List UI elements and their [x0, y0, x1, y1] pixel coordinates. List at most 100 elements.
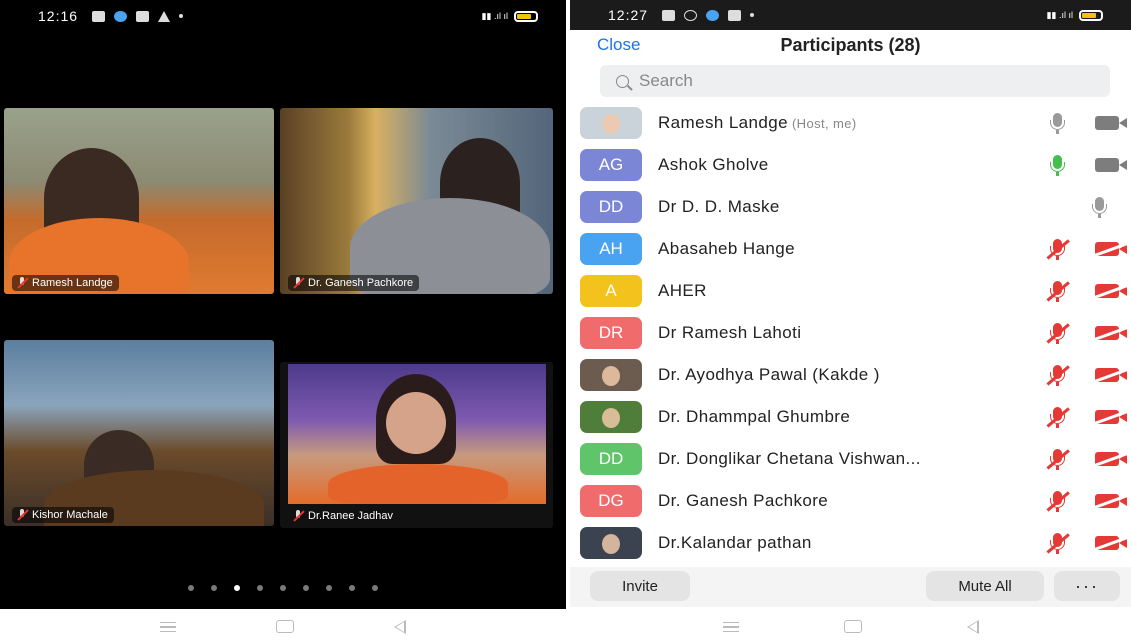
camera-off-icon[interactable]	[1093, 325, 1129, 341]
camera-off-icon[interactable]	[1093, 535, 1129, 551]
page-dot[interactable]	[303, 585, 309, 591]
avatar-face	[602, 534, 620, 554]
participant-row[interactable]: DD Dr. Donglikar Chetana Vishwan...	[570, 438, 1131, 480]
participant-name-text: Dr. Dhammpal Ghumbre	[658, 407, 851, 426]
mic-muted-icon[interactable]	[1046, 532, 1070, 554]
message-icon	[92, 10, 106, 22]
participant-name: Dr D. D. Maske	[658, 197, 780, 217]
participant-name-text: Dr. Ganesh Pachkore	[658, 491, 829, 510]
participant-row[interactable]: DR Dr Ramesh Lahoti	[570, 312, 1131, 354]
status-time: 12:27	[608, 7, 649, 23]
gallery-view-screen: 12:16 ▮▮ .ıl ıl Ramesh Landge Dr. Ganesh…	[0, 0, 566, 644]
camera-icon[interactable]	[1095, 116, 1129, 130]
avatar-photo	[580, 359, 642, 391]
participant-name-text: Dr D. D. Maske	[658, 197, 780, 216]
participant-name: AHER	[658, 281, 707, 301]
avatar-initials: DR	[580, 317, 642, 349]
participant-name-text: Dr. Donglikar Chetana Vishwan...	[658, 449, 921, 468]
page-dot-active[interactable]	[234, 585, 240, 591]
page-indicator	[0, 585, 566, 591]
participant-row[interactable]: Ramesh Landge (Host, me)	[570, 102, 1131, 144]
participants-screen: 12:27 ▮▮ .ıl ıl Close Participants (28) …	[570, 0, 1131, 644]
page-dot[interactable]	[188, 585, 194, 591]
tile-name-label: Kishor Machale	[12, 507, 114, 523]
profile-photo	[288, 364, 546, 504]
system-icons: ▮▮ .ıl ıl	[481, 10, 538, 22]
signal-icon: ▮▮ .ıl ıl	[481, 10, 508, 21]
camera-off-icon[interactable]	[1093, 241, 1129, 257]
participant-row[interactable]: AG Ashok Gholve	[570, 144, 1131, 186]
mic-off-icon	[16, 277, 28, 289]
mute-all-button[interactable]: Mute All	[926, 571, 1044, 601]
page-dot[interactable]	[257, 585, 263, 591]
participant-name-text: Dr Ramesh Lahoti	[658, 323, 802, 342]
home-icon[interactable]	[843, 620, 862, 633]
page-dot[interactable]	[372, 585, 378, 591]
signal-icon: ▮▮ .ıl ıl	[1046, 9, 1073, 20]
participant-name: Dr. Ayodhya Pawal (Kakde )	[658, 365, 880, 385]
back-icon[interactable]	[394, 619, 406, 634]
participant-row[interactable]: AH Abasaheb Hange	[570, 228, 1131, 270]
mic-icon[interactable]	[1089, 196, 1109, 218]
mic-off-icon	[292, 510, 304, 522]
camera-off-icon[interactable]	[1093, 451, 1129, 467]
recent-apps-icon[interactable]	[160, 621, 176, 632]
participant-row[interactable]: Dr.Kalandar pathan	[570, 522, 1131, 564]
back-icon[interactable]	[966, 619, 979, 634]
home-icon[interactable]	[276, 620, 294, 633]
mic-muted-icon[interactable]	[1046, 448, 1070, 470]
video-tile[interactable]: Kishor Machale	[4, 340, 274, 526]
message-icon	[662, 9, 676, 21]
participant-row[interactable]: DD Dr D. D. Maske	[570, 186, 1131, 228]
avatar-initials: DD	[580, 443, 642, 475]
drive-icon	[158, 10, 171, 22]
avatar-initials: A	[580, 275, 642, 307]
page-dot[interactable]	[349, 585, 355, 591]
mic-muted-icon[interactable]	[1046, 238, 1070, 260]
invite-button[interactable]: Invite	[590, 571, 690, 601]
participant-row[interactable]: DG Dr. Ganesh Pachkore	[570, 480, 1131, 522]
participant-name-text: Dr. Ayodhya Pawal (Kakde )	[658, 365, 880, 384]
avatar-face	[602, 114, 620, 134]
participant-name: Dr. Ganesh Pachkore	[658, 491, 828, 511]
battery-icon	[514, 10, 538, 22]
mic-muted-icon[interactable]	[1046, 490, 1070, 512]
close-button[interactable]: Close	[597, 35, 640, 55]
video-tile[interactable]: Dr.Ranee Jadhav	[280, 362, 553, 528]
whatsapp-icon	[684, 9, 698, 21]
camera-off-icon[interactable]	[1093, 283, 1129, 299]
video-tile[interactable]: Ramesh Landge	[4, 108, 274, 294]
mic-muted-icon[interactable]	[1046, 322, 1070, 344]
mic-icon[interactable]	[1047, 112, 1067, 134]
avatar-face	[602, 408, 620, 428]
status-bar: 12:16 ▮▮ .ıl ıl	[0, 0, 566, 32]
participant-row[interactable]: Dr. Ayodhya Pawal (Kakde )	[570, 354, 1131, 396]
page-dot[interactable]	[280, 585, 286, 591]
mic-muted-icon[interactable]	[1046, 364, 1070, 386]
participant-name-text: Ashok Gholve	[658, 155, 769, 174]
mic-icon[interactable]	[1047, 154, 1067, 176]
mic-muted-icon[interactable]	[1046, 280, 1070, 302]
participant-row[interactable]: Dr. Dhammpal Ghumbre	[570, 396, 1131, 438]
page-title: Participants (28)	[780, 34, 921, 55]
camera-icon[interactable]	[1095, 158, 1129, 172]
video-tile[interactable]: Dr. Ganesh Pachkore	[280, 108, 553, 294]
participant-name-text: AHER	[658, 281, 707, 300]
avatar-photo	[580, 401, 642, 433]
search-input[interactable]	[639, 71, 1039, 91]
camera-off-icon[interactable]	[1093, 367, 1129, 383]
participant-name-text: Abasaheb Hange	[658, 239, 795, 258]
participant-name: Dr.Kalandar pathan	[658, 533, 812, 553]
more-options-button[interactable]: ···	[1054, 571, 1120, 601]
camera-off-icon[interactable]	[1093, 493, 1129, 509]
page-dot[interactable]	[211, 585, 217, 591]
page-dot[interactable]	[326, 585, 332, 591]
participant-row[interactable]: A AHER	[570, 270, 1131, 312]
mic-muted-icon[interactable]	[1046, 406, 1070, 428]
recent-apps-icon[interactable]	[722, 621, 739, 632]
camera-off-icon[interactable]	[1093, 409, 1129, 425]
footer-toolbar: Invite Mute All ···	[570, 567, 1131, 607]
avatar-initials: AG	[580, 149, 642, 181]
facebook-icon	[728, 9, 742, 21]
search-bar[interactable]	[600, 65, 1110, 97]
